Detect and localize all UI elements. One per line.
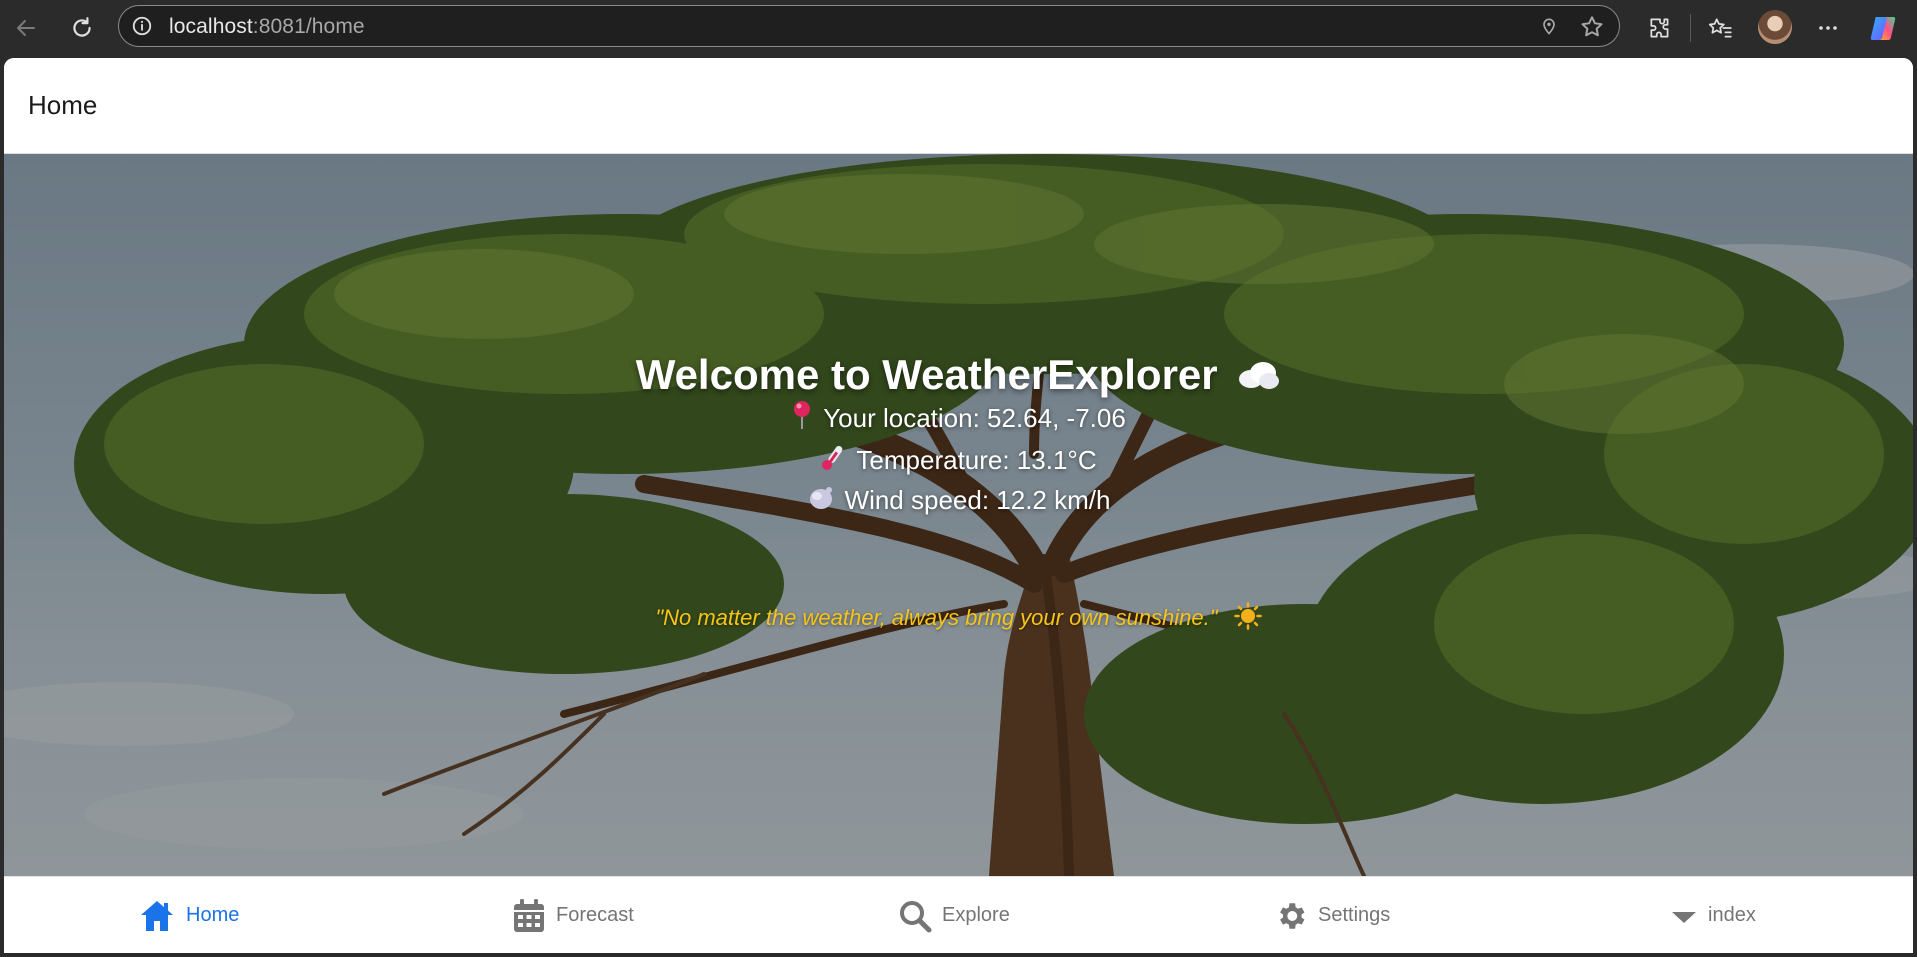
welcome-heading: Welcome to WeatherExplorer [4, 351, 1913, 399]
nav-label-explore: Explore [942, 904, 1010, 926]
wind-text: Wind speed: 12.2 km/h [844, 485, 1111, 515]
wind-line: Wind speed: 12.2 km/h [4, 484, 1913, 516]
sun-icon [1233, 602, 1262, 630]
calendar-icon [514, 898, 544, 932]
app-window: Home Welcome to WeatherExplorer Your loc… [4, 58, 1913, 953]
back-arrow-icon [17, 20, 35, 36]
copilot-icon [1870, 17, 1896, 40]
back-button[interactable] [8, 10, 44, 46]
address-bar[interactable]: localhost:8081/home [118, 5, 1620, 47]
search-icon [900, 900, 932, 932]
hero-section: Welcome to WeatherExplorer Your location… [4, 154, 1913, 876]
location-text: Your location: 52.64, -7.06 [823, 403, 1126, 433]
reload-button[interactable] [64, 10, 100, 46]
location-line: Your location: 52.64, -7.06 [4, 400, 1913, 434]
nav-item-explore[interactable]: Explore [898, 877, 1010, 953]
nav-item-index[interactable]: index [1670, 877, 1756, 953]
nav-item-forecast[interactable]: Forecast [512, 877, 634, 953]
quote-line: "No matter the weather, always bring you… [4, 602, 1913, 631]
toolbar-divider [1690, 14, 1691, 42]
location-pin-icon[interactable] [1539, 15, 1559, 37]
favorites-button[interactable] [1702, 10, 1738, 46]
bottom-navigation: Home Forecast Explore Settings index [4, 876, 1913, 953]
gear-icon [1280, 902, 1305, 929]
nav-label-home: Home [186, 904, 240, 926]
profile-avatar[interactable] [1758, 10, 1792, 44]
reload-icon [73, 17, 91, 37]
more-menu-button[interactable] [1810, 10, 1846, 46]
nav-label-index: index [1708, 904, 1756, 926]
nav-label-forecast: Forecast [556, 904, 634, 926]
wind-face-icon [809, 487, 832, 509]
browser-toolbar: localhost:8081/home [0, 0, 1917, 56]
temperature-line: Temperature: 13.1°C [4, 442, 1913, 476]
more-dots-icon [1819, 26, 1837, 30]
copilot-button[interactable] [1866, 10, 1902, 46]
favorites-list-icon [1708, 18, 1732, 38]
page-title: Home [28, 90, 98, 120]
nav-label-settings: Settings [1318, 904, 1391, 926]
url-text[interactable]: localhost:8081/home [169, 15, 365, 39]
caret-down-icon [1672, 911, 1696, 923]
site-info-icon[interactable] [131, 15, 153, 37]
puzzle-icon [1650, 18, 1669, 38]
cloud-icon [1239, 362, 1280, 389]
app-header: Home [4, 58, 1913, 154]
extensions-button[interactable] [1642, 10, 1678, 46]
nav-item-home[interactable]: Home [138, 877, 239, 953]
home-icon [141, 900, 173, 931]
temperature-text: Temperature: 13.1°C [856, 445, 1097, 475]
favorite-star-icon[interactable] [1579, 14, 1605, 40]
quote-text: "No matter the weather, always bring you… [655, 605, 1218, 630]
thermometer-icon [822, 446, 843, 470]
round-pushpin-icon [794, 401, 811, 429]
nav-item-settings[interactable]: Settings [1274, 877, 1390, 953]
welcome-text: Welcome to WeatherExplorer [635, 351, 1218, 398]
